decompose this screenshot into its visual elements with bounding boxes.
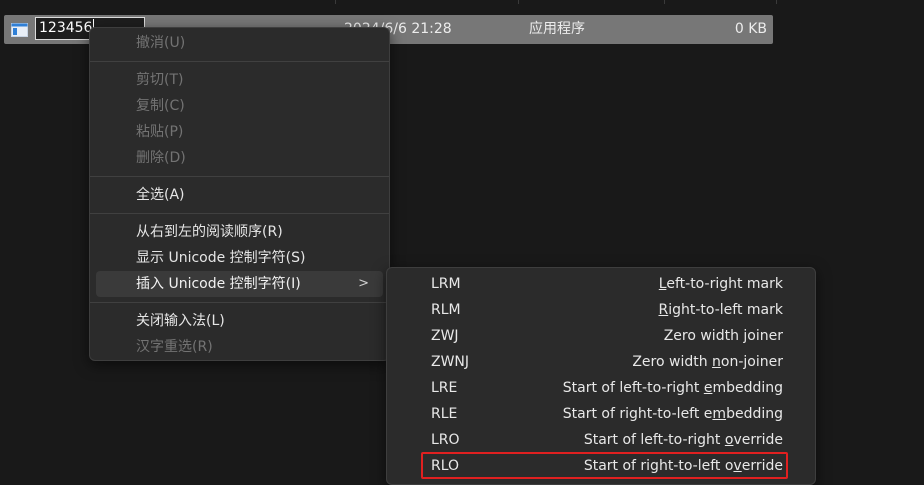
menu-item-close-ime[interactable]: 关闭输入法(L): [96, 308, 383, 334]
menu-separator: [90, 61, 389, 62]
unicode-desc: Start of right-to-left embedding: [562, 406, 783, 422]
chevron-right-icon: >: [358, 276, 369, 291]
unicode-code: RLO: [431, 458, 460, 474]
unicode-item-lro[interactable]: LRO Start of left-to-right override: [391, 427, 811, 453]
unicode-control-submenu: LRM Left-to-right mark RLM Right-to-left…: [386, 267, 816, 485]
menu-item-delete[interactable]: 删除(D): [96, 145, 383, 171]
file-type: 应用程序: [529, 21, 585, 37]
menu-item-paste[interactable]: 粘贴(P): [96, 119, 383, 145]
column-header-dividers: [0, 0, 924, 4]
unicode-desc: Left-to-right mark: [658, 276, 783, 292]
unicode-code: ZWNJ: [431, 354, 470, 370]
unicode-desc: Start of left-to-right override: [583, 432, 783, 448]
rename-input-value: 123456: [39, 20, 93, 36]
unicode-item-lre[interactable]: LRE Start of left-to-right embedding: [391, 375, 811, 401]
menu-item-show-unicode[interactable]: 显示 Unicode 控制字符(S): [96, 245, 383, 271]
unicode-code: LRO: [431, 432, 460, 448]
menu-item-cut[interactable]: 剪切(T): [96, 67, 383, 93]
menu-item-rtl-reading-order[interactable]: 从右到左的阅读顺序(R): [96, 219, 383, 245]
menu-separator: [90, 213, 389, 214]
unicode-item-rle[interactable]: RLE Start of right-to-left embedding: [391, 401, 811, 427]
unicode-code: ZWJ: [431, 328, 459, 344]
menu-item-copy[interactable]: 复制(C): [96, 93, 383, 119]
menu-item-insert-unicode-label: 插入 Unicode 控制字符(I): [136, 276, 301, 292]
unicode-item-lrm[interactable]: LRM Left-to-right mark: [391, 271, 811, 297]
unicode-item-rlo[interactable]: RLO Start of right-to-left override: [391, 452, 811, 479]
unicode-desc: Zero width non-joiner: [632, 354, 783, 370]
menu-item-select-all[interactable]: 全选(A): [96, 182, 383, 208]
unicode-code: RLE: [431, 406, 458, 422]
unicode-desc: Right-to-left mark: [658, 302, 784, 318]
menu-item-reconvert[interactable]: 汉字重选(R): [96, 334, 383, 360]
unicode-item-zwj[interactable]: ZWJ Zero width joiner: [391, 323, 811, 349]
unicode-code: LRE: [431, 380, 458, 396]
unicode-code: LRM: [431, 276, 461, 292]
application-icon: [11, 22, 28, 37]
menu-item-insert-unicode[interactable]: 插入 Unicode 控制字符(I) >: [96, 271, 383, 297]
file-size: 0 KB: [734, 21, 767, 37]
menu-separator: [90, 176, 389, 177]
unicode-desc: Start of left-to-right embedding: [562, 380, 783, 396]
unicode-item-rlm[interactable]: RLM Right-to-left mark: [391, 297, 811, 323]
edit-context-menu: 撤消(U) 剪切(T) 复制(C) 粘贴(P) 删除(D) 全选(A) 从右到左…: [89, 27, 390, 361]
menu-separator: [90, 302, 389, 303]
unicode-desc: Start of right-to-left override: [583, 458, 783, 474]
unicode-code: RLM: [431, 302, 461, 318]
unicode-desc: Zero width joiner: [663, 328, 783, 344]
unicode-item-zwnj[interactable]: ZWNJ Zero width non-joiner: [391, 349, 811, 375]
menu-item-undo[interactable]: 撤消(U): [96, 30, 383, 56]
